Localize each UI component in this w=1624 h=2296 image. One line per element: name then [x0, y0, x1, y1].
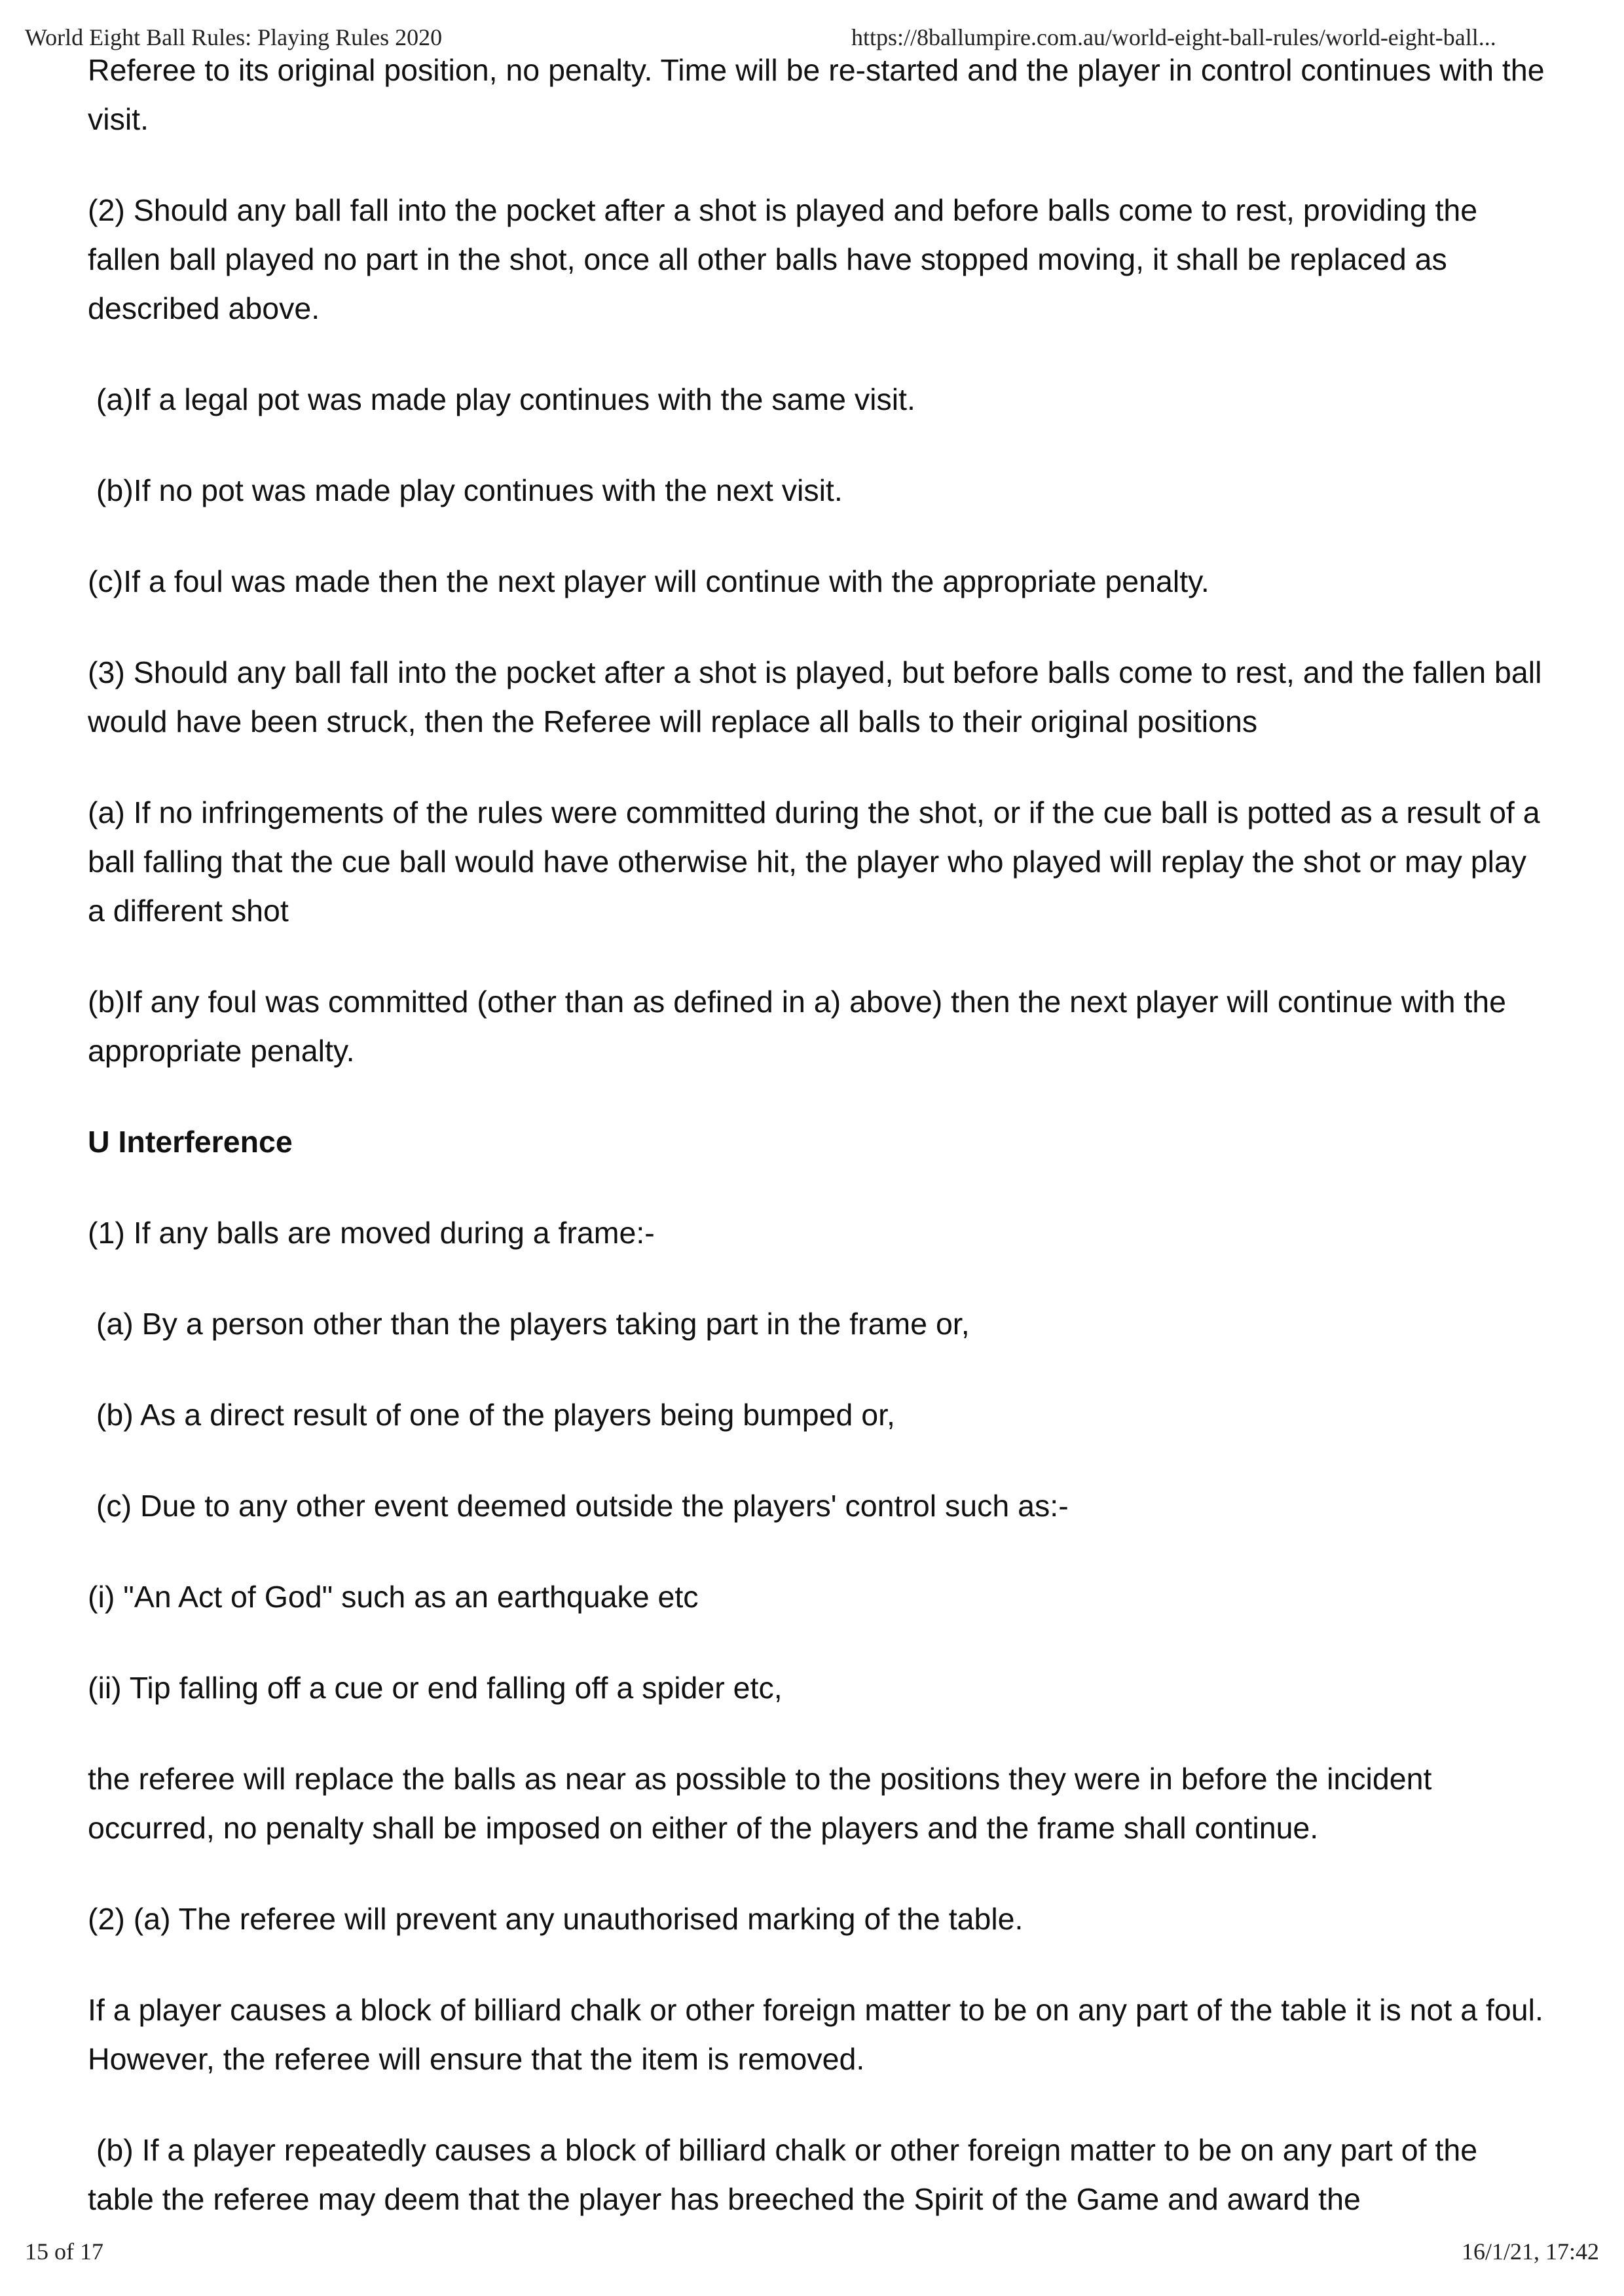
paragraph: Referee to its original position, no pen… — [88, 53, 1553, 136]
paragraph: (2) Should any ball fall into the pocket… — [88, 193, 1486, 325]
print-datetime: 16/1/21, 17:42 — [1461, 2238, 1599, 2265]
paragraph: (a)If a legal pot was made play continue… — [88, 382, 915, 416]
paragraph: (ii) Tip falling off a cue or end fallin… — [88, 1671, 783, 1705]
article-body: Referee to its original position, no pen… — [88, 46, 1548, 2266]
paragraph: (1) If any balls are moved during a fram… — [88, 1216, 655, 1250]
paragraph: (b) If a player repeatedly causes a bloc… — [88, 2133, 1486, 2216]
print-footer: 15 of 17 16/1/21, 17:42 — [0, 2238, 1624, 2270]
paragraph: (a) If no infringements of the rules wer… — [88, 795, 1549, 928]
paragraph: If a player causes a block of billiard c… — [88, 1993, 1552, 2076]
paragraph: (c)If a foul was made then the next play… — [88, 564, 1209, 598]
paragraph: (i) "An Act of God" such as an earthquak… — [88, 1580, 699, 1614]
paragraph: (a) By a person other than the players t… — [88, 1307, 970, 1341]
paragraph: the referee will replace the balls as ne… — [88, 1762, 1441, 1845]
paragraph: (b)If no pot was made play continues wit… — [88, 473, 843, 507]
paragraph: (2) (a) The referee will prevent any una… — [88, 1902, 1024, 1936]
section-heading: U Interference — [88, 1125, 293, 1159]
paragraph: (3) Should any ball fall into the pocket… — [88, 655, 1551, 738]
paragraph: (b) As a direct result of one of the pla… — [88, 1398, 895, 1432]
page-number: 15 of 17 — [25, 2238, 103, 2265]
paragraph: (b)If any foul was committed (other than… — [88, 985, 1515, 1068]
paragraph: (c) Due to any other event deemed outsid… — [88, 1489, 1069, 1523]
